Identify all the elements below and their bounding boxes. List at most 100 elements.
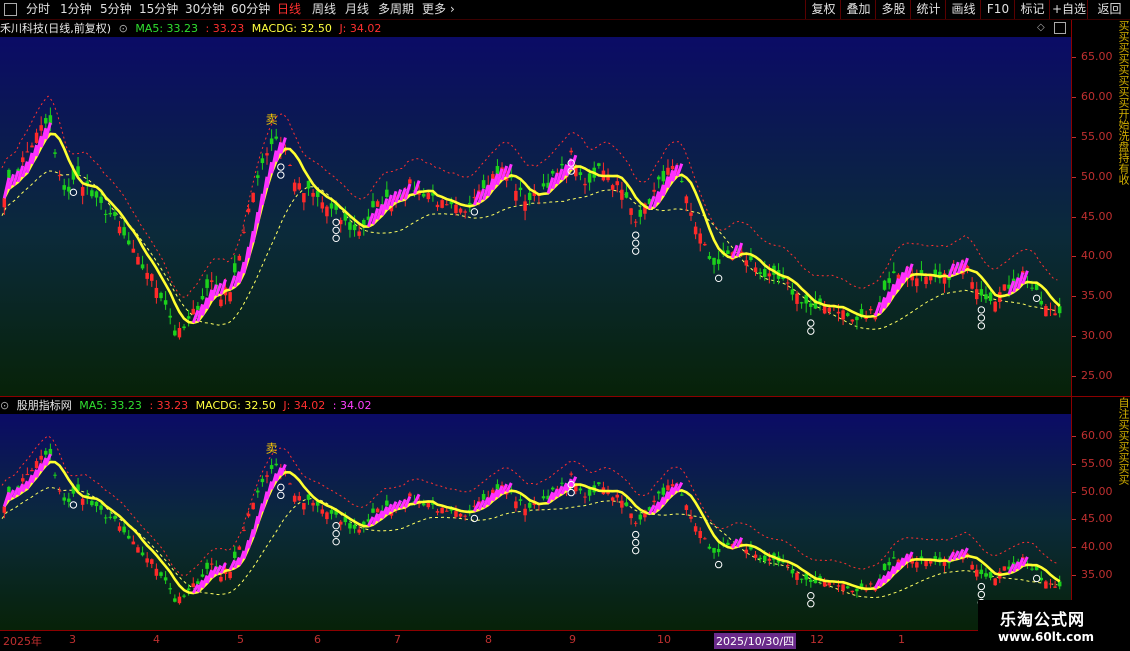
- candle-body: [569, 150, 573, 153]
- period-60min[interactable]: 60分钟: [231, 1, 270, 18]
- candle-body: [1030, 287, 1034, 289]
- period-multi[interactable]: 多周期: [378, 1, 414, 18]
- candle-body: [620, 189, 624, 200]
- candle-body: [610, 185, 615, 190]
- panel-maximize-icon[interactable]: [1054, 22, 1066, 34]
- candle-body: [348, 222, 352, 230]
- date-label-5: 5: [237, 633, 244, 646]
- candle-body: [698, 531, 702, 539]
- signal-strip-main: 买买买买买买买买开始洗盘持有收: [1117, 20, 1130, 396]
- candle-body: [320, 202, 325, 209]
- date-cursor-label: 2025/10/30/四: [714, 633, 797, 649]
- add-favorite-button[interactable]: +自选: [1049, 0, 1088, 19]
- candle-body: [587, 489, 592, 496]
- statistics-button[interactable]: 统计: [910, 0, 946, 19]
- signal-strip-indicator: 自注买买买买买买: [1117, 397, 1130, 630]
- candle-body: [408, 493, 412, 497]
- toolbar-menu-icon[interactable]: [4, 3, 17, 16]
- period-15min[interactable]: 15分钟: [139, 1, 178, 18]
- candlestick-chart-indicator[interactable]: 卖: [0, 397, 1071, 630]
- multi-stock-button[interactable]: 多股: [875, 0, 911, 19]
- candle-body: [209, 280, 214, 282]
- candle-body: [666, 485, 670, 491]
- candle-body: [53, 474, 57, 476]
- main-chart-panel[interactable]: 卖 禾川科技(日线,前复权) ⊙ MA5: 33.23 : 33.23 MACD…: [0, 20, 1071, 396]
- candle-body: [150, 559, 154, 564]
- candle-body: [145, 272, 149, 279]
- price-axis-indicator: 60.00 55.00 50.00 45.00 40.00 35.00: [1071, 397, 1118, 630]
- candle-body: [458, 208, 463, 213]
- candle-body: [232, 551, 237, 559]
- signal-strip-text-2: 自注买买买买买买: [1117, 397, 1130, 485]
- candle-body: [242, 529, 246, 531]
- candle-body: [892, 271, 896, 273]
- candle-body: [385, 500, 389, 506]
- candle-body: [578, 488, 583, 491]
- candle-body: [306, 494, 311, 500]
- candle-body: [435, 511, 440, 513]
- signal-strip-text: 买买买买买买买买开始洗盘持有收: [1117, 20, 1130, 185]
- period-30min[interactable]: 30分钟: [185, 1, 224, 18]
- candle-body: [103, 517, 108, 519]
- candle-body: [1044, 581, 1048, 589]
- date-label-4: 4: [153, 633, 160, 646]
- collapse-icon[interactable]: ⊙: [119, 22, 128, 35]
- indicator-panel[interactable]: 卖 ⊙ 股朋指标网 MA5: 33.23 : 33.23 MACDG: 32.5…: [0, 397, 1071, 630]
- candle-body: [34, 461, 39, 469]
- candle-body: [786, 282, 790, 284]
- chevron-right-icon[interactable]: ›: [450, 1, 455, 18]
- overlay-button[interactable]: 叠加: [840, 0, 876, 19]
- candle-body: [122, 227, 126, 236]
- candle-body: [265, 153, 269, 156]
- candle-body: [182, 326, 186, 329]
- period-day[interactable]: 日线: [277, 1, 301, 18]
- candle-body: [99, 505, 103, 510]
- candle-body: [1057, 581, 1062, 587]
- panel-settings-icon[interactable]: ◇: [1037, 22, 1045, 33]
- candle-body: [583, 183, 587, 186]
- candle-body: [597, 482, 601, 485]
- period-5min[interactable]: 5分钟: [100, 1, 132, 18]
- mark-button[interactable]: 标记: [1014, 0, 1050, 19]
- candlestick-chart-main[interactable]: 卖: [0, 20, 1071, 396]
- watermark-logo: 乐淘公式网 www.60lt.com: [978, 600, 1130, 650]
- macdg-value-2: MACDG: 32.50: [195, 399, 276, 412]
- candle-body: [320, 509, 325, 514]
- candle-body: [385, 189, 389, 197]
- price-axis-main: 65.00 60.00 55.00 50.00 45.00 40.00 35.00 30.00…: [1071, 20, 1118, 396]
- candle-body: [292, 182, 297, 192]
- watermark-url: www.60lt.com: [998, 630, 1095, 644]
- candle-body: [974, 289, 979, 300]
- candle-body: [882, 280, 887, 290]
- candle-body: [610, 497, 615, 501]
- fuquan-button[interactable]: 复权: [805, 0, 841, 19]
- period-fenshi[interactable]: 分时: [26, 1, 50, 18]
- period-month[interactable]: 月线: [345, 1, 369, 18]
- period-1min[interactable]: 1分钟: [60, 1, 92, 18]
- candle-body: [703, 538, 707, 540]
- f10-button[interactable]: F10: [980, 0, 1015, 19]
- candle-body: [749, 256, 753, 261]
- collapse-icon-2[interactable]: ⊙: [0, 399, 9, 412]
- candle-body: [693, 526, 698, 532]
- period-week[interactable]: 周线: [312, 1, 336, 18]
- chart-background: [0, 37, 1071, 396]
- candle-body: [527, 192, 532, 201]
- back-button[interactable]: 返回: [1087, 0, 1130, 19]
- candle-body: [924, 561, 928, 567]
- date-label-year: 2025年: [3, 635, 42, 648]
- candle-body: [1002, 566, 1007, 571]
- draw-line-button[interactable]: 画线: [945, 0, 981, 19]
- candle-body: [993, 578, 997, 586]
- candle-body: [269, 138, 274, 145]
- period-more[interactable]: 更多: [422, 1, 446, 18]
- candle-body: [850, 319, 855, 322]
- candle-body: [444, 204, 449, 206]
- candle-body: [514, 190, 518, 201]
- candle-body: [495, 166, 500, 175]
- candle-body: [680, 494, 684, 496]
- candle-body: [20, 478, 25, 482]
- candle-body: [196, 305, 200, 310]
- j-value-2: J: 34.02: [283, 399, 326, 412]
- candle-body: [228, 292, 232, 302]
